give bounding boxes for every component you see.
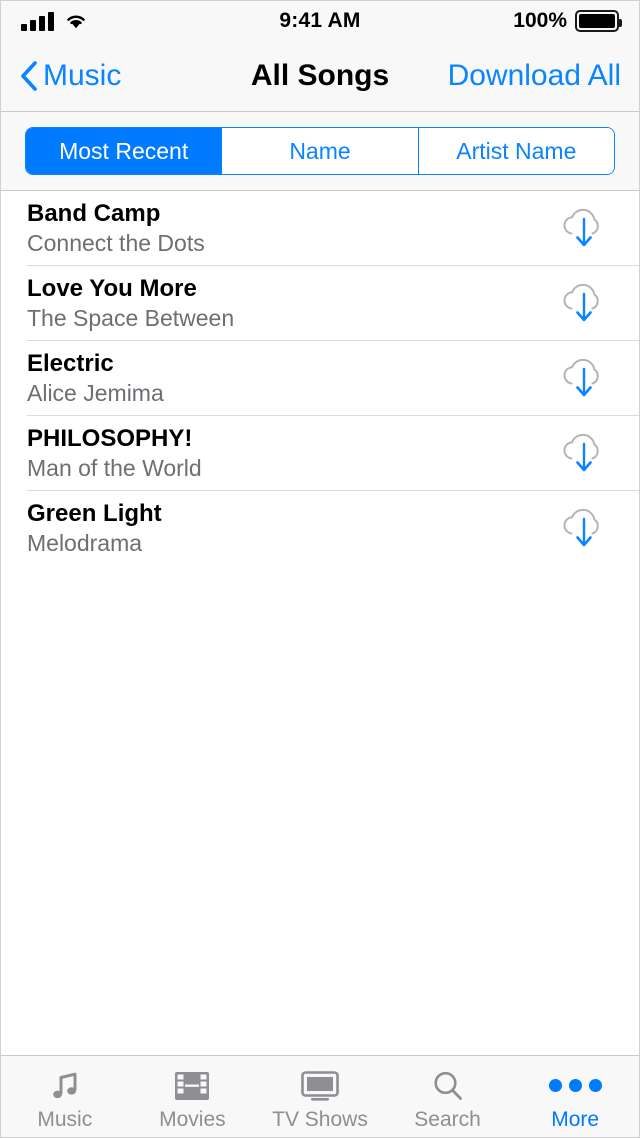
table-row[interactable]: Love You More The Space Between (1, 266, 639, 341)
row-text: Green Light Melodrama (27, 500, 162, 556)
song-subtitle: The Space Between (27, 305, 235, 332)
row-text: Electric Alice Jemima (27, 350, 164, 406)
tab-label: Movies (159, 1107, 226, 1131)
row-text: PHILOSOPHY! Man of the World (27, 425, 202, 481)
song-title: Love You More (27, 275, 197, 303)
song-list: Band Camp Connect the Dots Love You More… (1, 191, 639, 1055)
song-subtitle: Alice Jemima (27, 380, 164, 407)
music-note-icon (43, 1068, 87, 1104)
ellipsis-icon (548, 1068, 602, 1104)
battery-full-icon (575, 10, 622, 32)
back-button-label: Music (43, 59, 122, 92)
cloud-download-icon[interactable] (553, 426, 615, 482)
tab-more[interactable]: More (511, 1056, 639, 1137)
song-title: Electric (27, 350, 114, 378)
row-text: Band Camp Connect the Dots (27, 200, 205, 256)
song-subtitle: Connect the Dots (27, 230, 205, 257)
table-row[interactable]: Band Camp Connect the Dots (1, 191, 639, 266)
song-title: Green Light (27, 500, 162, 528)
cloud-download-icon[interactable] (553, 501, 615, 557)
back-button[interactable]: Music (19, 59, 121, 93)
chevron-left-icon (19, 60, 39, 92)
segment-most-recent[interactable]: Most Recent (26, 128, 222, 174)
status-bar-left (21, 11, 88, 31)
cloud-download-icon[interactable] (553, 276, 615, 332)
song-subtitle: Melodrama (27, 530, 143, 557)
tab-label: More (551, 1107, 600, 1131)
cloud-download-icon[interactable] (553, 351, 615, 407)
tab-tv-shows[interactable]: TV Shows (256, 1056, 384, 1137)
tab-label: Search (414, 1107, 481, 1131)
status-bar: 9:41 AM 100% (1, 1, 639, 41)
song-subtitle: Man of the World (27, 455, 202, 482)
tab-bar: Music Movies TV Shows Search More (1, 1055, 639, 1137)
wifi-icon (64, 11, 88, 31)
television-icon (298, 1068, 342, 1104)
cellular-signal-icon (21, 11, 54, 31)
tab-search[interactable]: Search (384, 1056, 512, 1137)
song-title: PHILOSOPHY! (27, 425, 193, 453)
film-strip-icon (170, 1068, 214, 1104)
tab-movies[interactable]: Movies (129, 1056, 257, 1137)
segment-name[interactable]: Name (221, 128, 418, 174)
segmented-control-container: Most Recent Name Artist Name (1, 112, 639, 191)
tab-music[interactable]: Music (1, 1056, 129, 1137)
sort-segmented-control[interactable]: Most Recent Name Artist Name (25, 127, 615, 175)
table-row[interactable]: Green Light Melodrama (1, 491, 639, 566)
tab-label: TV Shows (272, 1107, 368, 1131)
tab-label: Music (37, 1107, 93, 1131)
status-bar-right: 100% (513, 9, 622, 33)
segment-artist-name[interactable]: Artist Name (417, 128, 614, 174)
row-text: Love You More The Space Between (27, 275, 234, 331)
battery-percent-label: 100% (513, 9, 567, 32)
table-row[interactable]: PHILOSOPHY! Man of the World (1, 416, 639, 491)
song-title: Band Camp (27, 200, 161, 228)
navigation-bar: Music All Songs Download All (1, 41, 639, 112)
magnifier-icon (426, 1068, 470, 1104)
table-row[interactable]: Electric Alice Jemima (1, 341, 639, 416)
phone-screen: 9:41 AM 100% Music All Songs Download Al… (0, 0, 640, 1138)
cloud-download-icon[interactable] (553, 201, 615, 257)
download-all-button[interactable]: Download All (448, 59, 621, 93)
